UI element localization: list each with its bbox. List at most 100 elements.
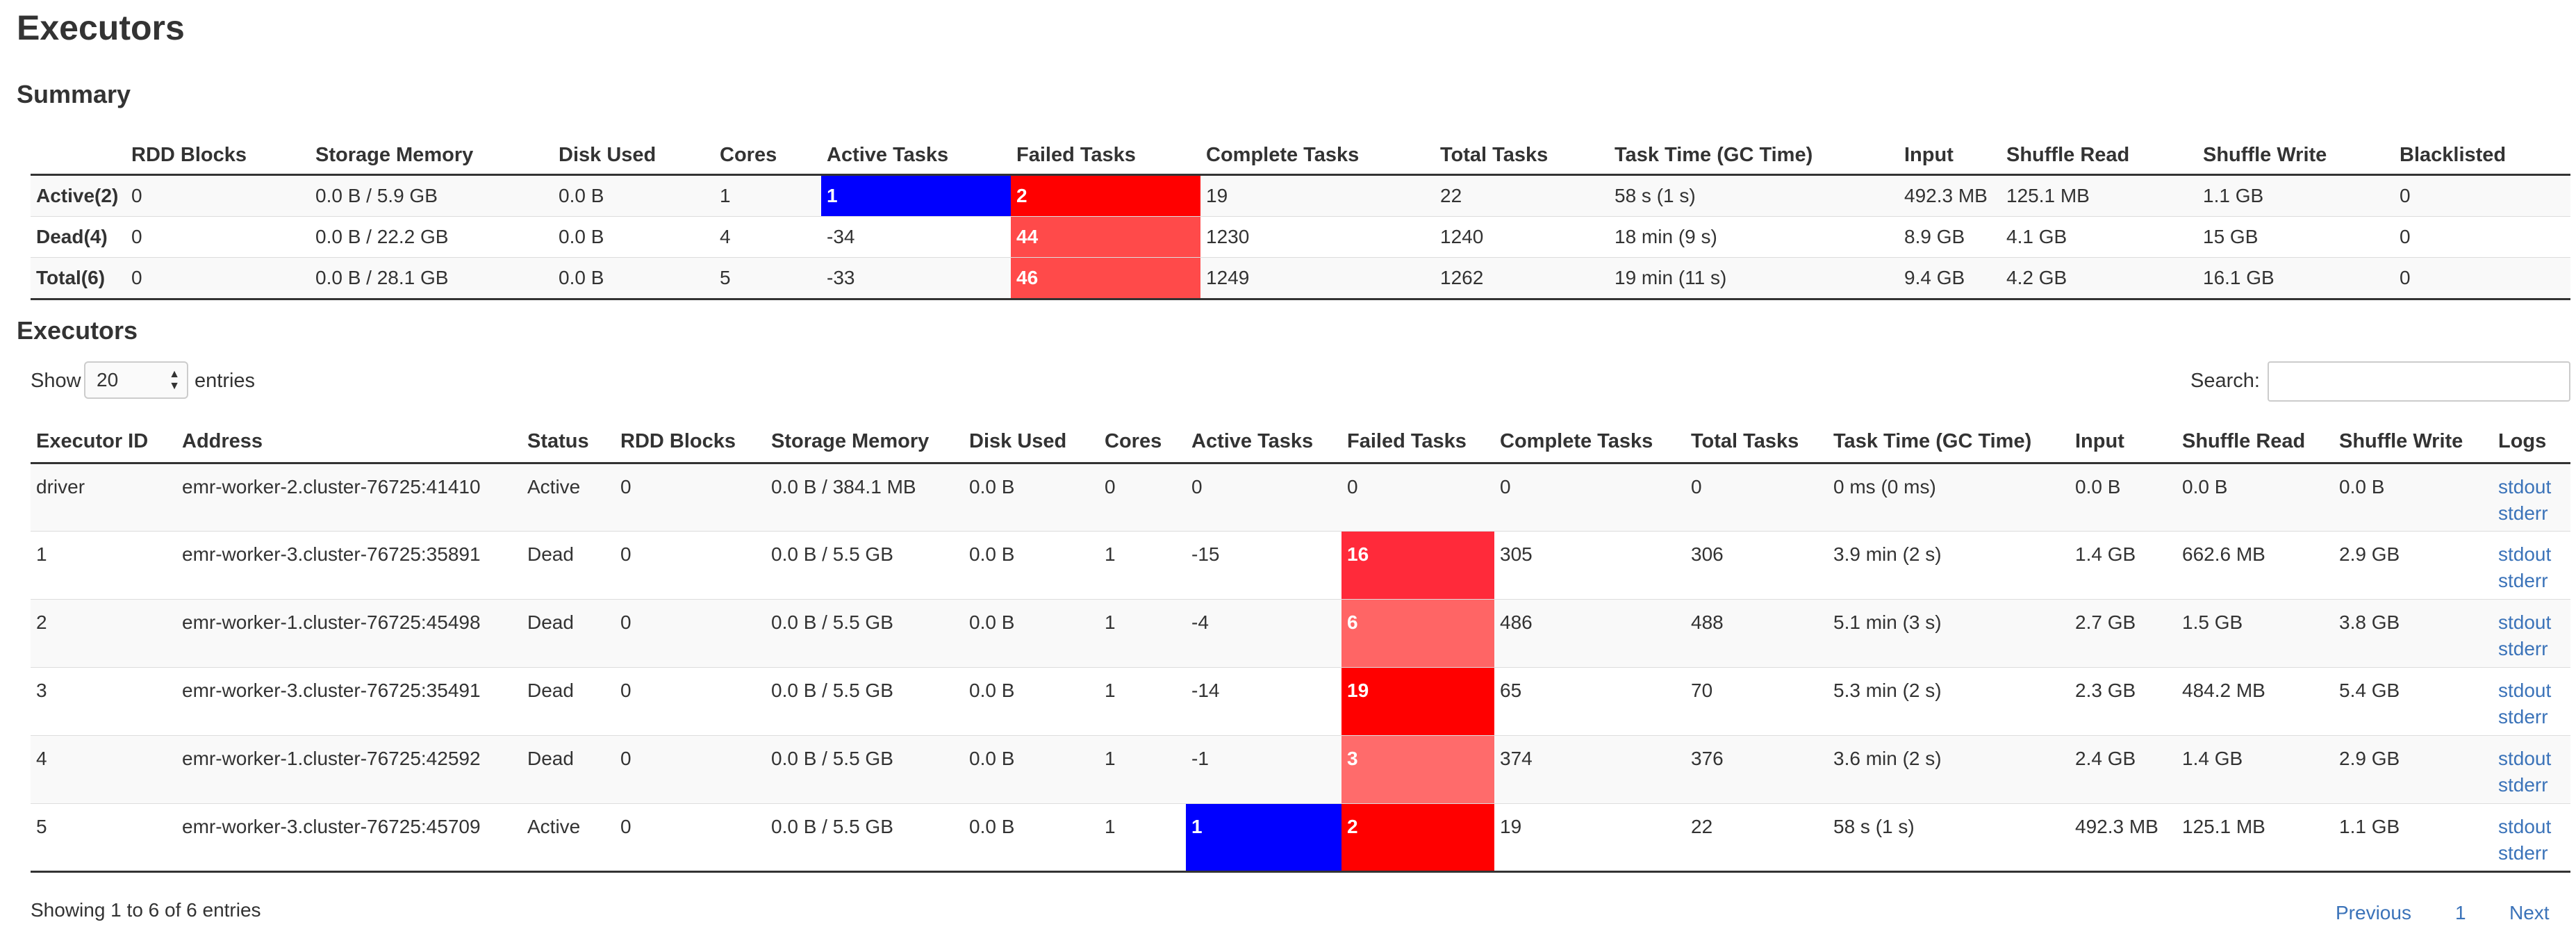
- stdout-link[interactable]: stdout: [2498, 746, 2570, 772]
- cell-cores: 1: [1099, 531, 1186, 600]
- pagination-next[interactable]: Next: [2509, 899, 2550, 927]
- col-header-address[interactable]: Address: [176, 420, 522, 464]
- cell-executor-id: driver: [31, 463, 176, 532]
- cell-failed-tasks: 16: [1341, 531, 1494, 600]
- col-header-storage-memory[interactable]: Storage Memory: [766, 420, 964, 464]
- cell-status: Active: [522, 803, 615, 873]
- cell-cores: 1: [1099, 803, 1186, 873]
- summary-col-blank: [31, 136, 126, 176]
- cell-logs: stdout stderr: [2493, 599, 2570, 668]
- summary-cell-rdd-blocks: 0: [126, 174, 310, 217]
- summary-cell-active-tasks: -33: [821, 257, 1011, 300]
- cell-storage-memory: 0.0 B / 5.5 GB: [766, 667, 964, 736]
- summary-cell-cores: 1: [714, 174, 821, 217]
- col-header-failed-tasks[interactable]: Failed Tasks: [1341, 420, 1494, 464]
- summary-cell-active-tasks: -34: [821, 216, 1011, 258]
- summary-cell-failed-tasks: 46: [1011, 257, 1200, 300]
- summary-cell-total-tasks: 22: [1435, 174, 1609, 217]
- stderr-link[interactable]: stderr: [2498, 840, 2570, 866]
- col-header-task-time-gc-time[interactable]: Task Time (GC Time): [1828, 420, 2070, 464]
- col-header-status[interactable]: Status: [522, 420, 615, 464]
- stderr-link[interactable]: stderr: [2498, 636, 2570, 662]
- stderr-link[interactable]: stderr: [2498, 500, 2570, 527]
- cell-logs: stdout stderr: [2493, 735, 2570, 804]
- entries-per-page-select[interactable]: 20 ▲ ▼: [84, 361, 188, 399]
- summary-cell-shuffle-read: 4.2 GB: [2001, 257, 2197, 300]
- entries-select-value: 20: [97, 369, 119, 391]
- search-input[interactable]: [2268, 361, 2570, 402]
- summary-cell-total-tasks: 1240: [1435, 216, 1609, 258]
- col-header-total-tasks[interactable]: Total Tasks: [1685, 420, 1828, 464]
- summary-cell-input: 8.9 GB: [1899, 216, 2001, 258]
- col-header-shuffle-read[interactable]: Shuffle Read: [2177, 420, 2334, 464]
- cell-task-time-gc-time: 5.1 min (3 s): [1828, 599, 2070, 668]
- summary-row: Dead(4) 0 0.0 B / 22.2 GB 0.0 B 4 -34 44 1230 12…: [31, 216, 2570, 258]
- col-header-shuffle-write[interactable]: Shuffle Write: [2334, 420, 2493, 464]
- summary-cell-shuffle-read: 125.1 MB: [2001, 174, 2197, 217]
- stdout-link[interactable]: stdout: [2498, 474, 2570, 500]
- cell-input: 1.4 GB: [2070, 531, 2177, 600]
- col-header-rdd-blocks[interactable]: RDD Blocks: [615, 420, 766, 464]
- cell-active-tasks: 1: [1186, 803, 1341, 873]
- pagination-previous[interactable]: Previous: [2336, 899, 2411, 927]
- table-row: 3 emr-worker-3.cluster-76725:35491 Dead 0 0.…: [31, 667, 2570, 736]
- pagination-page-1[interactable]: 1: [2455, 899, 2466, 927]
- cell-storage-memory: 0.0 B / 5.5 GB: [766, 531, 964, 600]
- cell-shuffle-read: 484.2 MB: [2177, 667, 2334, 736]
- cell-logs: stdout stderr: [2493, 463, 2570, 532]
- cell-shuffle-write: 2.9 GB: [2334, 531, 2493, 600]
- cell-task-time-gc-time: 3.9 min (2 s): [1828, 531, 2070, 600]
- col-header-disk-used[interactable]: Disk Used: [964, 420, 1099, 464]
- table-row: 4 emr-worker-1.cluster-76725:42592 Dead 0 0.…: [31, 735, 2570, 804]
- cell-shuffle-write: 1.1 GB: [2334, 803, 2493, 873]
- summary-col-failed-tasks: Failed Tasks: [1011, 136, 1200, 176]
- summary-cell-disk-used: 0.0 B: [553, 174, 714, 217]
- col-header-logs[interactable]: Logs: [2493, 420, 2570, 464]
- cell-input: 2.4 GB: [2070, 735, 2177, 804]
- cell-storage-memory: 0.0 B / 384.1 MB: [766, 463, 964, 532]
- summary-cell-complete-tasks: 1230: [1200, 216, 1435, 258]
- summary-cell-task-time-gc-time: 58 s (1 s): [1609, 174, 1899, 217]
- stdout-link[interactable]: stdout: [2498, 814, 2570, 840]
- summary-cell-task-time-gc-time: 19 min (11 s): [1609, 257, 1899, 300]
- col-header-complete-tasks[interactable]: Complete Tasks: [1494, 420, 1685, 464]
- cell-total-tasks: 70: [1685, 667, 1828, 736]
- cell-complete-tasks: 19: [1494, 803, 1685, 873]
- cell-shuffle-read: 125.1 MB: [2177, 803, 2334, 873]
- cell-shuffle-read: 662.6 MB: [2177, 531, 2334, 600]
- cell-address: emr-worker-3.cluster-76725:45709: [176, 803, 522, 873]
- summary-cell-input: 492.3 MB: [1899, 174, 2001, 217]
- summary-row: Total(6) 0 0.0 B / 28.1 GB 0.0 B 5 -33 46 1249 1…: [31, 257, 2570, 300]
- stderr-link[interactable]: stderr: [2498, 568, 2570, 594]
- cell-disk-used: 0.0 B: [964, 735, 1099, 804]
- col-header-active-tasks[interactable]: Active Tasks: [1186, 420, 1341, 464]
- cell-active-tasks: -14: [1186, 667, 1341, 736]
- summary-col-total-tasks: Total Tasks: [1435, 136, 1609, 176]
- cell-executor-id: 5: [31, 803, 176, 873]
- summary-col-blacklisted: Blacklisted: [2394, 136, 2570, 176]
- cell-disk-used: 0.0 B: [964, 803, 1099, 873]
- stdout-link[interactable]: stdout: [2498, 677, 2570, 704]
- stderr-link[interactable]: stderr: [2498, 704, 2570, 730]
- col-header-input[interactable]: Input: [2070, 420, 2177, 464]
- cell-logs: stdout stderr: [2493, 803, 2570, 873]
- summary-cell-blacklisted: 0: [2394, 216, 2570, 258]
- stderr-link[interactable]: stderr: [2498, 772, 2570, 798]
- cell-status: Active: [522, 463, 615, 532]
- col-header-executor-id[interactable]: Executor ID: [31, 420, 176, 464]
- cell-total-tasks: 376: [1685, 735, 1828, 804]
- summary-cell-storage-memory: 0.0 B / 28.1 GB: [310, 257, 553, 300]
- cell-status: Dead: [522, 667, 615, 736]
- cell-active-tasks: -15: [1186, 531, 1341, 600]
- stdout-link[interactable]: stdout: [2498, 541, 2570, 568]
- cell-task-time-gc-time: 5.3 min (2 s): [1828, 667, 2070, 736]
- summary-row: Active(2) 0 0.0 B / 5.9 GB 0.0 B 1 1 2 19 22 58 s…: [31, 174, 2570, 217]
- cell-shuffle-read: 1.5 GB: [2177, 599, 2334, 668]
- summary-col-storage-memory: Storage Memory: [310, 136, 553, 176]
- cell-cores: 1: [1099, 735, 1186, 804]
- stdout-link[interactable]: stdout: [2498, 609, 2570, 636]
- summary-cell-shuffle-write: 16.1 GB: [2197, 257, 2394, 300]
- cell-input: 2.3 GB: [2070, 667, 2177, 736]
- summary-cell-failed-tasks: 2: [1011, 174, 1200, 217]
- col-header-cores[interactable]: Cores: [1099, 420, 1186, 464]
